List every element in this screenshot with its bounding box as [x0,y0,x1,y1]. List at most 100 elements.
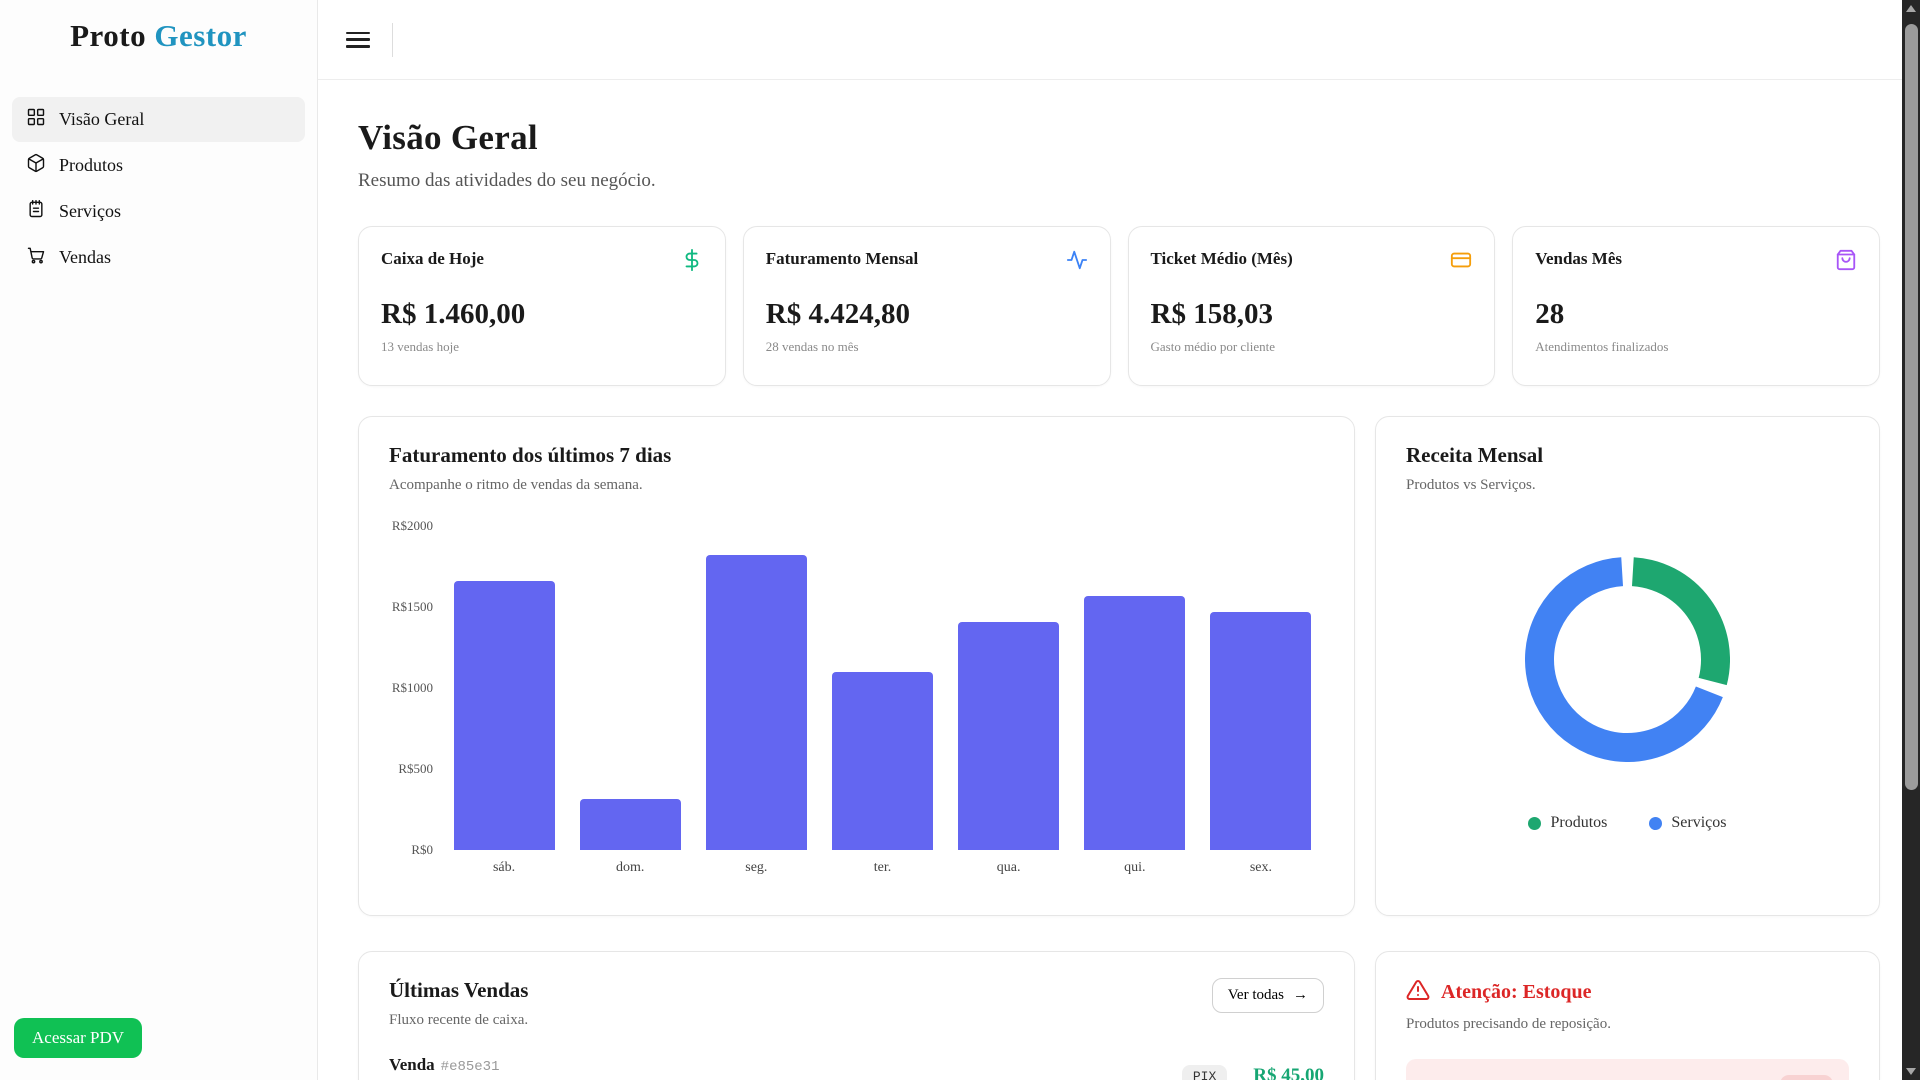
x-tick-label: sáb. [441,860,567,876]
logo-part-2: Gestor [154,18,247,53]
stat-card-ticket-medio: Ticket Médio (Mês) R$ 158,03 Gasto médio… [1128,226,1496,386]
bar-qui. [1084,596,1185,850]
page-title: Visão Geral [358,118,1880,158]
x-tick-label: sex. [1198,860,1324,876]
stat-card-caixa-hoje: Caixa de Hoje R$ 1.460,00 13 vendas hoje [358,226,726,386]
sidebar-item-visao-geral[interactable]: Visão Geral [12,97,305,142]
clipboard-icon [26,199,46,224]
scrollbar-up-arrow[interactable] [1902,0,1920,17]
bar-dom. [580,799,681,850]
stat-title: Caixa de Hoje [381,249,484,269]
bar-chart-plot: sáb.dom.seg.ter.qua.qui.sex. [441,526,1324,850]
bar-slot: sáb. [441,526,567,850]
stat-value: R$ 4.424,80 [766,298,1088,331]
arrow-right-icon: → [1293,987,1308,1004]
stat-title: Ticket Médio (Mês) [1151,249,1293,269]
bar-slot: qua. [946,526,1072,850]
stat-value: R$ 1.460,00 [381,298,703,331]
sales-title: Últimas Vendas [389,978,528,1003]
legend-label: Produtos [1550,814,1607,832]
stat-title: Vendas Mês [1535,249,1622,269]
stock-item-name: Protetor Solar FPS 70 [1422,1077,1581,1080]
bar-sex. [1210,612,1311,850]
stat-card-faturamento-mensal: Faturamento Mensal R$ 4.424,80 28 vendas… [743,226,1111,386]
sale-amount: R$ 45,00 [1253,1065,1324,1080]
y-tick-label: R$1500 [392,599,433,615]
x-tick-label: qua. [946,860,1072,876]
hamburger-icon[interactable] [346,30,370,50]
bar-sáb. [454,581,555,850]
sidebar: Proto Gestor Visão Geral Produtos Ser [0,0,318,1080]
sidebar-item-vendas[interactable]: Vendas [12,235,305,280]
sidebar-item-servicos[interactable]: Serviços [12,189,305,234]
y-tick-label: R$1000 [392,680,433,696]
stat-sub: 28 vendas no mês [766,339,1088,355]
x-tick-label: qui. [1072,860,1198,876]
scrollbar-thumb[interactable] [1905,24,1918,790]
x-tick-label: dom. [567,860,693,876]
stat-sub: 13 vendas hoje [381,339,703,355]
bar-seg. [706,555,807,850]
scrollbar [1902,0,1920,1080]
sidebar-item-produtos[interactable]: Produtos [12,143,305,188]
stock-title: Atenção: Estoque [1441,981,1592,1004]
stock-alert-card: Atenção: Estoque Produtos precisando de … [1375,951,1880,1080]
stat-sub: Gasto médio por cliente [1151,339,1473,355]
y-tick-label: R$0 [411,842,433,858]
stat-sub: Atendimentos finalizados [1535,339,1857,355]
y-tick-label: R$500 [398,761,433,777]
legend-item-servicos: Serviços [1649,814,1726,832]
bar-qua. [958,622,1059,850]
sidebar-item-label: Produtos [59,155,123,176]
grid-icon [26,107,46,132]
stat-title: Faturamento Mensal [766,249,919,269]
legend-dot-servicos [1649,817,1662,830]
sidebar-item-label: Serviços [59,201,121,222]
legend-item-produtos: Produtos [1528,814,1607,832]
view-all-label: Ver todas [1228,987,1284,1004]
scrollbar-down-arrow[interactable] [1902,1063,1920,1080]
stock-item-row: Protetor Solar FPS 70 0 un [1406,1059,1849,1080]
bar-slot: ter. [819,526,945,850]
bar-slot: dom. [567,526,693,850]
bar-chart-card: Faturamento dos últimos 7 dias Acompanhe… [358,416,1355,916]
logo-part-1: Proto [70,18,146,53]
cart-icon [26,245,46,270]
payment-method-badge: PIX [1182,1065,1227,1080]
main-area: Visão Geral Resumo das atividades do seu… [318,0,1920,1080]
stat-value: R$ 158,03 [1151,298,1473,331]
sidebar-item-label: Vendas [59,247,111,268]
bar-slot: sex. [1198,526,1324,850]
stock-subtitle: Produtos precisando de reposição. [1406,1016,1849,1033]
donut-svg [1525,557,1730,762]
bar-slot: seg. [693,526,819,850]
stock-item-qty-badge: 0 un [1780,1075,1833,1080]
topbar [318,0,1920,80]
bar-ter. [832,672,933,850]
view-all-sales-button[interactable]: Ver todas → [1212,978,1324,1013]
bar-chart-subtitle: Acompanhe o ritmo de vendas da semana. [389,477,1324,494]
shopping-bag-icon [1835,249,1857,276]
charts-row: Faturamento dos últimos 7 dias Acompanhe… [358,416,1880,916]
donut-chart-title: Receita Mensal [1406,443,1849,468]
bar-chart: R$0R$500R$1000R$1500R$2000 sáb.dom.seg.t… [389,526,1324,850]
acessar-pdv-button[interactable]: Acessar PDV [14,1018,142,1058]
donut-chart: Produtos Serviços [1406,500,1849,889]
warning-triangle-icon [1406,978,1430,1007]
x-tick-label: ter. [819,860,945,876]
sidebar-nav: Visão Geral Produtos Serviços Vendas [10,96,307,281]
package-icon [26,153,46,178]
app-root: Proto Gestor Visão Geral Produtos Ser [0,0,1920,1080]
page-subtitle: Resumo das atividades do seu negócio. [358,170,1880,192]
donut-chart-card: Receita Mensal Produtos vs Serviços. Pro… [1375,416,1880,916]
sale-row: Venda#e85e31 03/04/2026 PIX R$ 45,00 [389,1055,1324,1080]
donut-slice-Produtos [1633,572,1716,682]
dollar-icon [681,249,703,276]
y-tick-label: R$2000 [392,518,433,534]
sale-label: Venda [389,1055,435,1074]
stats-row: Caixa de Hoje R$ 1.460,00 13 vendas hoje… [358,226,1880,386]
bar-chart-yaxis: R$0R$500R$1000R$1500R$2000 [389,526,441,850]
topbar-divider [392,23,393,57]
sidebar-item-label: Visão Geral [59,109,144,130]
latest-sales-card: Últimas Vendas Fluxo recente de caixa. V… [358,951,1355,1080]
